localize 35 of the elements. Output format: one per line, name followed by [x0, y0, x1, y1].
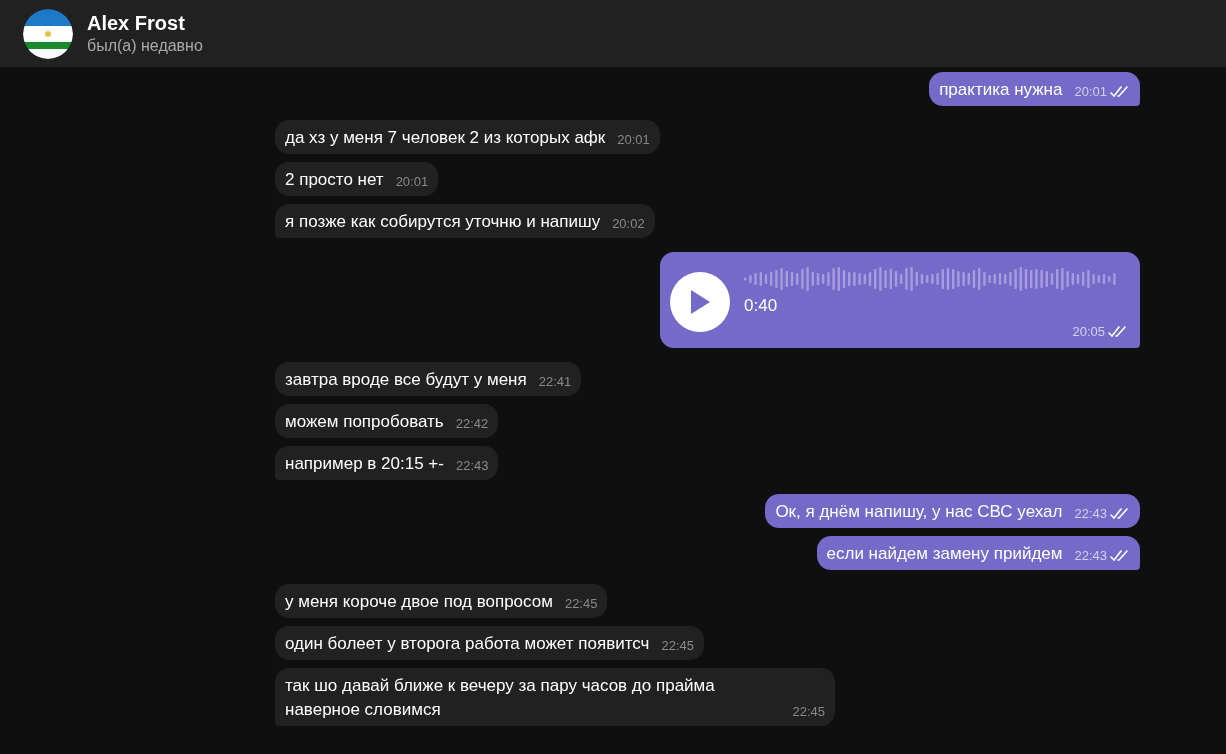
message-text: у меня короче двое под вопросом — [285, 591, 553, 613]
message-time: 22:43 — [455, 457, 489, 475]
message-text: 2 просто нет — [285, 169, 384, 191]
double-check-icon — [1108, 326, 1128, 338]
contact-name: Alex Frost — [87, 12, 186, 35]
message-text: да хз у меня 7 человек 2 из которых афк — [285, 127, 606, 149]
message-time: 22:42 — [455, 415, 489, 433]
message-text: завтра вроде все будут у меня — [285, 369, 527, 391]
message-time: 22:43 — [1074, 505, 1107, 523]
message-time: 20:01 — [1074, 83, 1107, 101]
message-text: я позже как собирутся уточню и напишу — [285, 211, 601, 233]
message-time: 20:05 — [1072, 323, 1105, 341]
message-time: 22:41 — [538, 373, 572, 391]
message-text: если найдем замену прийдем — [826, 543, 1063, 565]
double-check-icon — [1110, 508, 1130, 520]
message-time: 22:45 — [564, 595, 598, 613]
double-check-icon — [1110, 86, 1130, 98]
message-text: Ок, я днём напишу, у нас СВС уехал — [775, 501, 1063, 523]
voice-duration: 0:40 — [744, 295, 779, 317]
message-text: один болеет у второга работа может появитсч — [285, 633, 650, 655]
flag-avatar-icon[interactable] — [23, 8, 73, 59]
message-time: 20:02 — [612, 215, 645, 233]
message-time: 20:01 — [395, 173, 429, 191]
message-time: 20:01 — [617, 131, 650, 149]
message-time: 22:43 — [1074, 547, 1107, 565]
double-check-icon — [1110, 550, 1130, 562]
message-text: например в 20:15 +- — [285, 453, 444, 475]
play-icon — [689, 289, 711, 315]
message-time: 22:45 — [792, 703, 825, 721]
message-text: так шо давай ближе к вечеру за пару часов до прайма наверное словимся — [285, 675, 716, 721]
message-text: можем попробовать — [285, 411, 444, 433]
play-button[interactable] — [670, 272, 730, 332]
message-text: практика нужна — [939, 79, 1063, 101]
contact-status: был(а) недавно — [87, 37, 203, 55]
message-time: 22:45 — [661, 637, 694, 655]
